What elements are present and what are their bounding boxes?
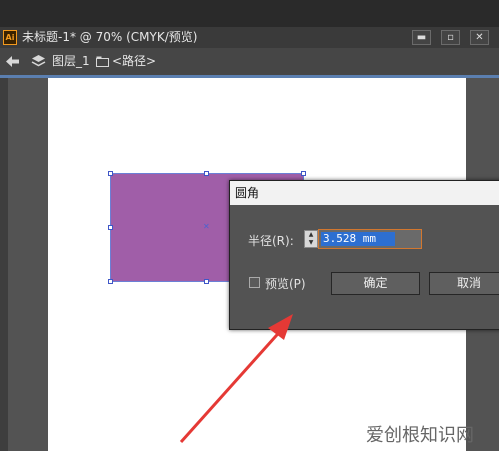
annotation-arrow xyxy=(179,314,293,444)
watermark: 爱创根知识网 xyxy=(366,425,474,446)
